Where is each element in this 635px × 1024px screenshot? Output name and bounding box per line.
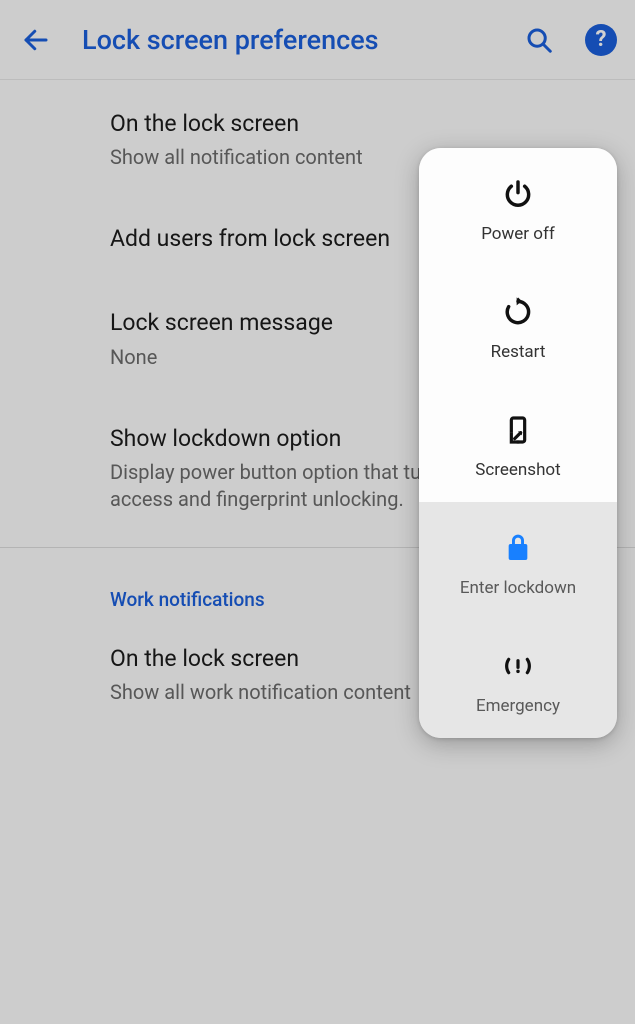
power-icon	[502, 176, 534, 212]
emergency-icon	[502, 648, 534, 684]
power-menu-label: Screenshot	[475, 460, 560, 480]
power-menu-label: Emergency	[476, 696, 560, 716]
power-menu-label: Enter lockdown	[460, 578, 576, 598]
power-menu-label: Power off	[481, 224, 555, 244]
power-menu-emergency[interactable]: Emergency	[419, 620, 617, 738]
restart-icon	[502, 294, 534, 330]
power-menu-screenshot[interactable]: Screenshot	[419, 384, 617, 502]
power-menu-label: Restart	[491, 342, 546, 362]
power-menu: Power off Restart	[419, 148, 617, 738]
screenshot-icon	[502, 412, 534, 448]
power-menu-restart[interactable]: Restart	[419, 266, 617, 384]
power-menu-enter-lockdown[interactable]: Enter lockdown	[419, 502, 617, 620]
lock-icon	[502, 530, 534, 566]
power-menu-power-off[interactable]: Power off	[419, 148, 617, 266]
